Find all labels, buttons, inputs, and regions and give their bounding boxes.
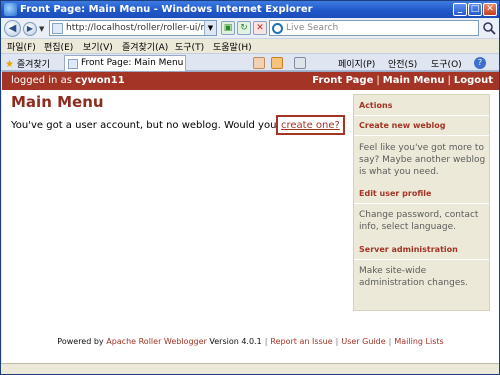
user-guide-link[interactable]: User Guide [341,337,385,346]
mailing-lists-link[interactable]: Mailing Lists [394,337,443,346]
address-bar[interactable]: http://localhost/roller/roller-ui/men ▼ [49,20,217,36]
print-icon[interactable] [294,57,306,69]
username: cywon11 [75,75,125,86]
no-weblog-message: You've got a user account, but no weblog… [11,120,310,131]
page-viewport: logged in as cywon11 Front Page | Main Men… [2,71,499,374]
navigation-bar: ◀ ▶ ▼ http://localhost/roller/roller-ui/… [1,18,499,39]
live-search-icon [272,23,283,34]
menu-help[interactable]: 도움말(H) [213,40,252,53]
header-links: Front Page | Main Menu | Logout [312,75,493,86]
page-title: Main Menu [11,93,104,111]
menu-tools[interactable]: 도구(T) [175,40,204,53]
sidebar-divider [354,135,489,136]
favorites-button[interactable]: ★ 즐겨찾기 [5,57,50,70]
footer-powered-by: Powered by [57,337,104,346]
create-new-weblog-description: Feel like you've got more to say? Maybe … [359,143,486,177]
edit-user-profile-link[interactable]: Edit user profile [359,189,431,198]
page-menu-button[interactable]: 페이지(P) [338,57,375,70]
status-bar [1,363,499,374]
refresh-icon[interactable]: ↻ [237,21,251,35]
tab-label: Front Page: Main Menu [81,58,184,68]
menu-edit[interactable]: 편집(E) [44,40,73,53]
login-status-prefix: logged in as [11,75,72,86]
menu-bar: 파일(F) 편집(E) 보기(V) 즐겨찾기(A) 도구(T) 도움말(H) [1,39,499,53]
address-dropdown-icon[interactable]: ▼ [204,21,216,35]
server-administration-description: Make site-wide administration changes. [359,266,468,288]
edit-user-profile-description: Change password, contact info, select la… [359,210,479,232]
page-footer: Powered by Apache Roller Weblogger Versi… [57,337,444,346]
compatibility-icon[interactable]: ▣ [221,21,235,35]
logout-link[interactable]: Logout [454,75,493,86]
apache-roller-link[interactable]: Apache Roller Weblogger [106,337,207,346]
close-button[interactable]: ✕ [483,3,497,16]
search-input[interactable]: Live Search [269,20,479,36]
actions-sidebar: Actions Create new weblog Feel like you'… [353,94,490,311]
ie-logo-icon [4,3,17,16]
sidebar-divider [354,115,489,116]
stop-icon[interactable]: ✕ [253,21,267,35]
address-url[interactable]: http://localhost/roller/roller-ui/men [66,23,204,33]
help-icon[interactable]: ? [474,57,486,69]
footer-version: Version 4.0.1 [209,337,262,346]
menu-view[interactable]: 보기(V) [83,40,113,53]
back-button[interactable]: ◀ [4,20,21,37]
home-icon[interactable] [253,57,265,69]
favorites-label: 즐겨찾기 [16,60,50,70]
search-placeholder: Live Search [286,23,339,33]
create-new-weblog-link[interactable]: Create new weblog [359,121,445,130]
forward-button[interactable]: ▶ [23,22,37,36]
tab-page-icon [68,59,78,69]
feeds-icon[interactable] [271,57,283,69]
browser-window: Front Page: Main Menu - Windows Internet… [0,0,500,375]
server-administration-link[interactable]: Server administration [359,245,458,254]
main-menu-link[interactable]: Main Menu [383,75,445,86]
tab-front-page[interactable]: Front Page: Main Menu [64,55,186,71]
title-bar[interactable]: Front Page: Main Menu - Windows Internet… [1,1,499,18]
search-icon[interactable] [482,21,496,35]
maximize-button[interactable]: □ [468,3,482,16]
window-title: Front Page: Main Menu - Windows Internet… [20,4,313,15]
safety-menu-button[interactable]: 안전(S) [388,57,417,70]
page-icon [52,23,63,34]
sidebar-divider [354,259,489,260]
sidebar-divider [354,203,489,204]
tab-bar: ★ 즐겨찾기 Front Page: Main Menu 페이지(P) 안전(S… [1,53,499,71]
minimize-button[interactable]: _ [453,3,467,16]
roller-header-bar: logged in as cywon11 Front Page | Main Men… [2,72,499,90]
tools-menu-button[interactable]: 도구(O) [431,57,462,70]
login-status: logged in as cywon11 [11,75,125,86]
actions-heading: Actions [359,101,393,110]
menu-favorites[interactable]: 즐겨찾기(A) [122,40,168,53]
create-weblog-link[interactable]: create one? [276,115,345,135]
history-dropdown-icon[interactable]: ▼ [39,25,44,33]
menu-file[interactable]: 파일(F) [7,40,36,53]
favorites-star-icon: ★ [5,59,14,70]
report-issue-link[interactable]: Report an Issue [270,337,332,346]
front-page-link[interactable]: Front Page [312,75,373,86]
